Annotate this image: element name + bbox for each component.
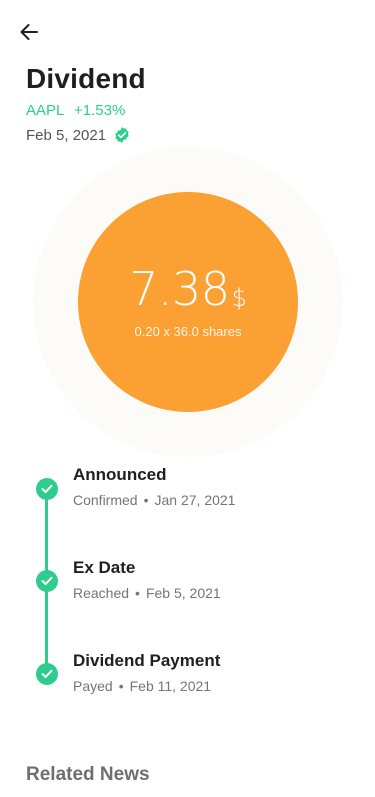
step-payment-title: Dividend Payment xyxy=(73,651,221,670)
dividend-date-row: Feb 5, 2021 xyxy=(26,126,131,144)
ticker-row: AAPL +1.53% xyxy=(26,102,125,119)
step-ex-date-subtitle: Reached • Feb 5, 2021 xyxy=(73,585,221,601)
step-payment-subtitle: Payed • Feb 11, 2021 xyxy=(73,678,211,694)
step-ex-date-date: Feb 5, 2021 xyxy=(145,585,221,601)
step-announced-date: Jan 27, 2021 xyxy=(154,492,236,508)
step-announced-subtitle: Confirmed • Jan 27, 2021 xyxy=(73,492,235,508)
payout-amount-row: 7.38 $ xyxy=(129,266,247,312)
step-announced-status: Confirmed xyxy=(73,492,138,508)
dividend-date: Feb 5, 2021 xyxy=(26,126,107,144)
payout-circle: 7.38 $ 0.20 x 36.0 shares xyxy=(78,192,298,412)
back-button[interactable] xyxy=(14,18,44,46)
payout-currency: $ xyxy=(231,283,247,312)
step-announced-title: Announced xyxy=(73,465,167,484)
ticker-symbol: AAPL xyxy=(26,102,64,119)
check-badge-icon xyxy=(115,127,129,143)
page-title: Dividend xyxy=(26,63,146,94)
step-announced-separator: • xyxy=(143,492,149,508)
payout-amount: 7.38 xyxy=(129,261,230,316)
step-payment-status: Payed xyxy=(73,678,113,694)
step-payment-separator: • xyxy=(118,678,124,694)
dividend-screen: Dividend AAPL +1.53% Feb 5, 2021 7.38 $ … xyxy=(0,0,375,797)
step-announced-check-icon xyxy=(36,478,58,500)
step-ex-date-title: Ex Date xyxy=(73,558,136,577)
step-payment-date: Feb 11, 2021 xyxy=(129,678,212,694)
step-ex-date-status: Reached xyxy=(73,585,130,601)
step-ex-date-separator: • xyxy=(135,585,140,601)
related-news-heading: Related News xyxy=(26,764,150,785)
payout-detail: 0.20 x 36.0 shares xyxy=(134,323,242,339)
price-change: +1.53% xyxy=(73,102,126,119)
step-ex-date-check-icon xyxy=(36,570,58,592)
step-payment-check-icon xyxy=(36,663,58,685)
arrow-left-icon xyxy=(20,24,38,40)
